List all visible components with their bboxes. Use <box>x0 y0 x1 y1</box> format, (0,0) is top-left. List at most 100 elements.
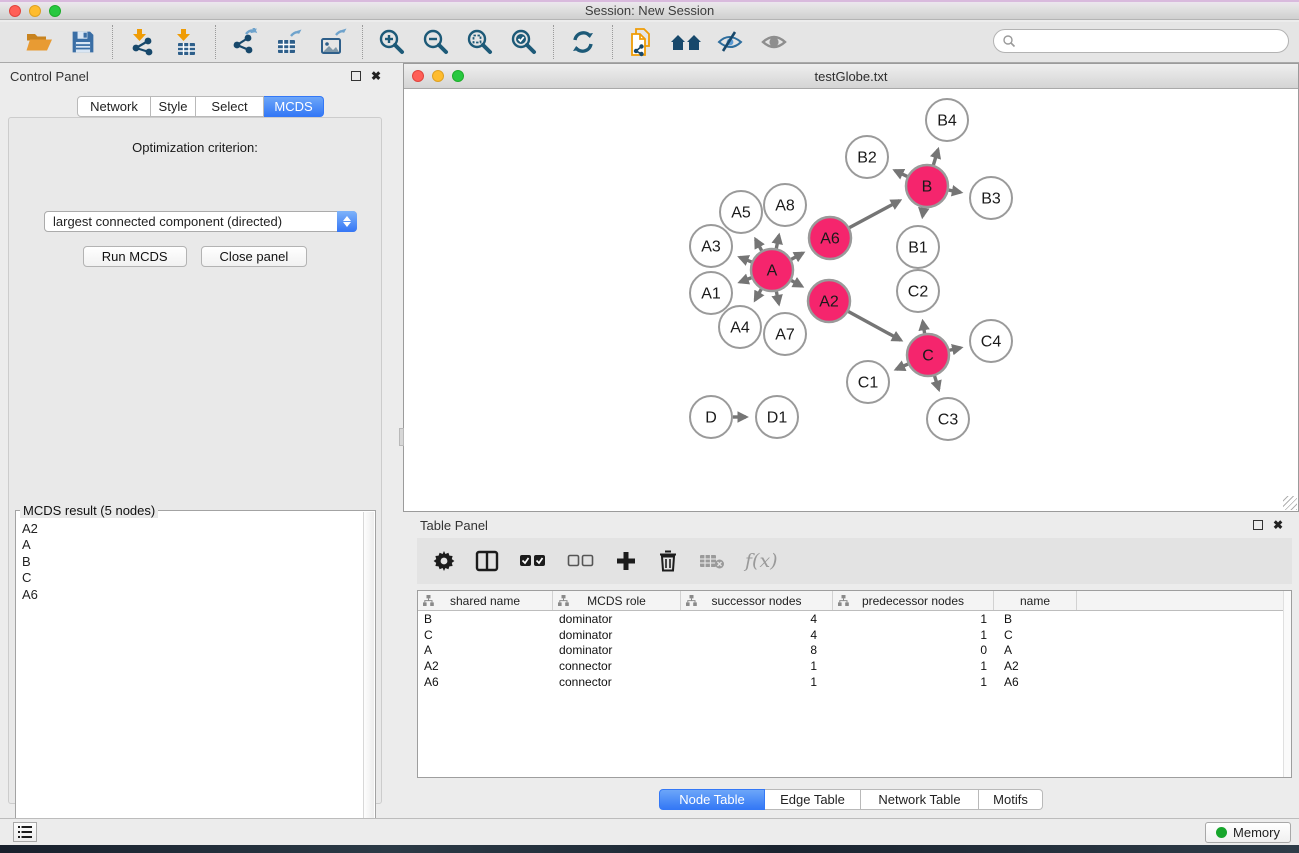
zoom-selected-button[interactable] <box>507 26 541 58</box>
import-network-button[interactable] <box>125 26 159 58</box>
graph-edge-A-A1[interactable] <box>740 278 751 282</box>
export-image-button[interactable] <box>316 26 350 58</box>
optimization-criterion-select[interactable]: largest connected component (directed) <box>44 211 357 232</box>
save-session-button[interactable] <box>66 26 100 58</box>
network-from-file-button[interactable] <box>625 26 659 58</box>
graph-edge-A-A6[interactable] <box>791 253 803 259</box>
search-input[interactable] <box>1016 34 1266 49</box>
graph-edge-B-B3[interactable] <box>949 190 961 192</box>
graph-edge-A-A4[interactable] <box>755 289 761 300</box>
column-header-shared-name[interactable]: shared name <box>418 591 553 610</box>
table-cell[interactable]: A2 <box>994 659 1077 673</box>
import-table-button[interactable] <box>169 26 203 58</box>
table-row[interactable]: A6connector11A6 <box>418 674 1291 690</box>
table-cell[interactable]: A <box>994 643 1077 657</box>
table-scrollbar[interactable] <box>1283 591 1291 777</box>
table-row[interactable]: Adominator80A <box>418 643 1291 659</box>
splitpane-divider-handle[interactable] <box>399 428 404 446</box>
table-cell[interactable]: 8 <box>681 643 833 657</box>
column-header-successor-nodes[interactable]: successor nodes <box>681 591 833 610</box>
graph-edge-A-A5[interactable] <box>756 239 762 250</box>
table-cell[interactable]: 4 <box>681 612 833 626</box>
graph-edge-A2-C[interactable] <box>848 312 900 341</box>
table-cell[interactable]: C <box>994 628 1077 642</box>
float-table-panel-button[interactable] <box>1253 520 1263 530</box>
table-cell[interactable]: dominator <box>553 643 681 657</box>
show-all-button[interactable] <box>757 26 791 58</box>
table-row[interactable]: Cdominator41C <box>418 627 1291 643</box>
table-cell[interactable]: A <box>418 643 553 657</box>
table-cell[interactable]: 1 <box>833 659 994 673</box>
table-cell[interactable]: A6 <box>418 675 553 689</box>
mcds-result-item[interactable]: C <box>22 570 363 586</box>
column-header-MCDS-role[interactable]: MCDS role <box>553 591 681 610</box>
refresh-button[interactable] <box>566 26 600 58</box>
tab-node-table[interactable]: Node Table <box>659 789 765 810</box>
run-mcds-button[interactable]: Run MCDS <box>83 246 187 267</box>
tab-motifs[interactable]: Motifs <box>979 789 1043 810</box>
function-builder-button[interactable]: f(x) <box>745 550 778 572</box>
tab-select[interactable]: Select <box>196 96 264 117</box>
tab-mcds[interactable]: MCDS <box>264 96 324 117</box>
deselect-all-button[interactable] <box>567 554 595 568</box>
delete-column-button[interactable] <box>657 550 679 572</box>
first-neighbors-button[interactable] <box>669 26 703 58</box>
table-cell[interactable]: A6 <box>994 675 1077 689</box>
close-table-panel-button[interactable]: ✖ <box>1273 518 1283 532</box>
graph-edge-C-C1[interactable] <box>896 364 908 369</box>
table-settings-button[interactable] <box>433 550 455 572</box>
graph-edge-A-A7[interactable] <box>776 292 778 304</box>
table-cell[interactable]: 1 <box>681 675 833 689</box>
delete-table-button[interactable] <box>699 552 725 570</box>
network-canvas[interactable]: B4B2BB3A8A5A6A3B1AC2A1A2A4A7C4CC1DD1C3 <box>404 89 1298 511</box>
tab-edge-table[interactable]: Edge Table <box>765 789 861 810</box>
table-cell[interactable]: connector <box>553 675 681 689</box>
table-cell[interactable]: 0 <box>833 643 994 657</box>
column-view-button[interactable] <box>475 550 499 572</box>
zoom-out-button[interactable] <box>419 26 453 58</box>
table-cell[interactable]: C <box>418 628 553 642</box>
graph-edge-A6-B[interactable] <box>849 201 899 228</box>
tab-network[interactable]: Network <box>77 96 151 117</box>
zoom-fit-button[interactable] <box>463 26 497 58</box>
tab-network-table[interactable]: Network Table <box>861 789 979 810</box>
close-panel-icon-button[interactable]: ✖ <box>371 69 381 83</box>
graph-edge-B-B1[interactable] <box>923 208 924 217</box>
table-row[interactable]: Bdominator41B <box>418 611 1291 627</box>
zoom-in-button[interactable] <box>375 26 409 58</box>
mcds-result-list[interactable]: A2ABCA6 <box>17 521 363 848</box>
create-column-button[interactable] <box>615 551 637 571</box>
table-cell[interactable]: 1 <box>833 675 994 689</box>
window-resize-grip[interactable] <box>1283 496 1297 510</box>
table-cell[interactable]: 1 <box>833 612 994 626</box>
graph-edge-C-C2[interactable] <box>923 322 925 334</box>
table-cell[interactable]: 4 <box>681 628 833 642</box>
select-all-button[interactable] <box>519 554 547 568</box>
table-cell[interactable]: A2 <box>418 659 553 673</box>
graph-edge-A-A8[interactable] <box>776 235 779 248</box>
memory-button[interactable]: Memory <box>1205 822 1291 843</box>
column-header-name[interactable]: name <box>994 591 1077 610</box>
table-cell[interactable]: connector <box>553 659 681 673</box>
table-cell[interactable]: B <box>418 612 553 626</box>
graph-edge-B-B2[interactable] <box>895 170 907 176</box>
mcds-result-item[interactable]: A6 <box>22 587 363 603</box>
open-session-button[interactable] <box>22 26 56 58</box>
graph-edge-A-A2[interactable] <box>791 281 801 287</box>
mcds-result-item[interactable]: B <box>22 554 363 570</box>
table-cell[interactable]: 1 <box>681 659 833 673</box>
table-cell[interactable]: 1 <box>833 628 994 642</box>
table-row[interactable]: A2connector11A2 <box>418 658 1291 674</box>
mcds-result-item[interactable]: A2 <box>22 521 363 537</box>
table-cell[interactable]: dominator <box>553 612 681 626</box>
export-table-button[interactable] <box>272 26 306 58</box>
tab-style[interactable]: Style <box>151 96 196 117</box>
task-history-button[interactable] <box>13 822 37 842</box>
network-window-titlebar[interactable]: testGlobe.txt <box>404 64 1298 89</box>
graph-edge-C-C4[interactable] <box>949 348 960 351</box>
mcds-result-scrollbar[interactable] <box>363 512 374 848</box>
table-cell[interactable]: B <box>994 612 1077 626</box>
graph-edge-C-C3[interactable] <box>935 376 939 389</box>
export-network-button[interactable] <box>228 26 262 58</box>
hide-selected-button[interactable] <box>713 26 747 58</box>
